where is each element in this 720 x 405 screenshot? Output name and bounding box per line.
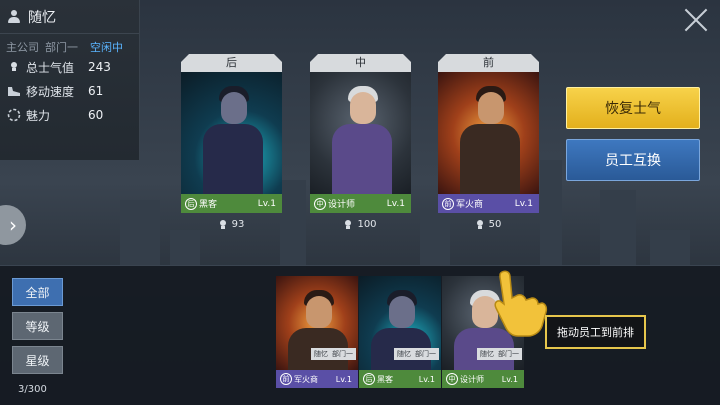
stat-value: 243 — [88, 60, 111, 74]
level-label: Lv.1 — [386, 198, 405, 209]
role-badge: 中 设计师 — [314, 197, 355, 210]
org-row: 主公司 部门一 空闲中 — [0, 34, 139, 55]
stat-morale: 总士气值 243 — [0, 55, 139, 79]
employee-name: 随忆 — [28, 9, 56, 26]
formation-slot-front[interactable]: 前 前 军火商 Lv.1 50 — [438, 54, 539, 230]
card-footer: 后 黑客 Lv.1 — [181, 194, 282, 213]
role-name: 设计师 — [460, 374, 484, 384]
assignment-tag: 随忆 部门一 — [477, 348, 522, 360]
power-value: 100 — [357, 219, 377, 230]
charm-icon — [6, 107, 22, 123]
assignment-tag: 随忆 部门一 — [311, 348, 356, 360]
employee-profile-panel: 随忆 主公司 部门一 空闲中 总士气值 243 移动速度 61 魅力 60 — [0, 0, 140, 160]
owner-dept: 部门一 — [498, 350, 519, 358]
bulb-icon — [344, 219, 352, 230]
stat-label: 总士气值 — [26, 60, 75, 75]
person-icon — [8, 9, 20, 24]
role-badge-icon: 后 — [363, 373, 375, 385]
roster-count: 3/300 — [18, 384, 47, 395]
assignment-tag: 随忆 部门一 — [394, 348, 439, 360]
card-footer: 中 设计师 Lv.1 — [442, 370, 524, 388]
formation-slot-middle[interactable]: 中 中 设计师 Lv.1 100 — [310, 54, 411, 230]
hacker-portrait — [181, 72, 282, 194]
power-value: 50 — [488, 219, 502, 230]
slot-position-label: 前 — [438, 54, 539, 72]
level-label: Lv.1 — [335, 374, 352, 384]
role-badge: 中 设计师 — [446, 373, 484, 385]
level-label: Lv.1 — [418, 374, 435, 384]
role-name: 黑客 — [199, 200, 218, 210]
restore-morale-button[interactable]: 恢复士气 — [566, 87, 700, 129]
filter-all-button[interactable]: 全部 — [12, 278, 63, 306]
stat-label: 移动速度 — [26, 84, 75, 99]
role-badge: 前 军火商 — [280, 373, 318, 385]
role-name: 军火商 — [456, 200, 484, 210]
tutorial-hint: 拖动员工到前排 — [545, 315, 646, 349]
role-badge-icon: 后 — [185, 197, 197, 210]
card-footer: 前 军火商 Lv.1 — [438, 194, 539, 213]
department-label: 部门一 — [45, 41, 78, 54]
formation-slot-back[interactable]: 后 后 黑客 Lv.1 93 — [181, 54, 282, 230]
power-row: 100 — [310, 219, 411, 230]
role-badge-icon: 中 — [314, 197, 326, 210]
stat-charm: 魅力 60 — [0, 103, 139, 127]
level-label: Lv.1 — [501, 374, 518, 384]
card-footer: 前 军火商 Lv.1 — [276, 370, 358, 388]
role-badge: 前 军火商 — [442, 197, 483, 210]
stat-speed: 移动速度 61 — [0, 79, 139, 103]
close-icon[interactable] — [682, 6, 710, 34]
role-badge: 后 黑客 — [363, 373, 393, 385]
status-badge: 空闲中 — [90, 41, 123, 54]
power-row: 93 — [181, 219, 282, 230]
shoe-icon — [6, 83, 22, 99]
pointing-hand-icon — [494, 270, 548, 337]
owner-name: 随忆 — [314, 350, 328, 358]
role-badge-icon: 中 — [446, 373, 458, 385]
stat-value: 60 — [88, 108, 104, 122]
role-badge: 后 黑客 — [185, 197, 217, 210]
owner-dept: 部门一 — [415, 350, 436, 358]
stat-value: 61 — [88, 84, 104, 98]
role-name: 军火商 — [294, 374, 318, 384]
role-badge-icon: 前 — [442, 197, 454, 210]
roster-card[interactable]: 随忆 部门一 前 军火商 Lv.1 — [276, 276, 358, 388]
designer-portrait — [310, 72, 411, 194]
profile-header: 随忆 — [0, 0, 139, 34]
filter-star-button[interactable]: 星级 — [12, 346, 63, 374]
level-label: Lv.1 — [257, 198, 276, 209]
bulb-icon — [476, 219, 484, 230]
filter-level-button[interactable]: 等级 — [12, 312, 63, 340]
role-badge-icon: 前 — [280, 373, 292, 385]
card-footer: 中 设计师 Lv.1 — [310, 194, 411, 213]
arms-dealer-portrait — [438, 72, 539, 194]
owner-name: 随忆 — [397, 350, 411, 358]
card-footer: 后 黑客 Lv.1 — [359, 370, 441, 388]
company-label: 主公司 — [6, 41, 39, 54]
swap-employee-button[interactable]: 员工互换 — [566, 139, 700, 181]
stat-label: 魅力 — [26, 108, 51, 123]
power-row: 50 — [438, 219, 539, 230]
role-name: 黑客 — [377, 374, 393, 384]
owner-dept: 部门一 — [332, 350, 353, 358]
role-name: 设计师 — [328, 200, 356, 210]
owner-name: 随忆 — [480, 350, 494, 358]
roster-card[interactable]: 随忆 部门一 后 黑客 Lv.1 — [359, 276, 441, 388]
bulb-icon — [219, 219, 227, 230]
level-label: Lv.1 — [514, 198, 533, 209]
bulb-icon — [6, 59, 22, 75]
power-value: 93 — [231, 219, 245, 230]
slot-position-label: 后 — [181, 54, 282, 72]
slot-position-label: 中 — [310, 54, 411, 72]
